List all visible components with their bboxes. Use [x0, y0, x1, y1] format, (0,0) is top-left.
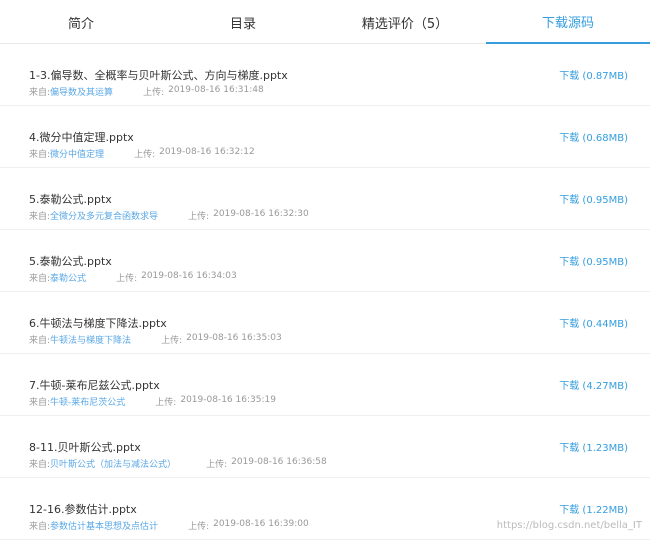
download-link[interactable]: 下载 (0.95MB) [559, 191, 628, 206]
upload-time: 2019-08-16 16:34:03 [141, 271, 237, 281]
upload-label: 上传: [116, 274, 138, 284]
file-meta: 来自: 偏导数及其运算 上传: 2019-08-16 16:31:48 [29, 85, 264, 98]
file-list: 1-3.偏导数、全概率与贝叶斯公式、方向与梯度.pptx 来自: 偏导数及其运算 上传… [0, 44, 650, 540]
source-link[interactable]: 偏导数及其运算 [50, 85, 113, 98]
upload-time: 2019-08-16 16:32:12 [159, 147, 255, 157]
file-meta: 来自: 全微分及多元复合函数求导 上传: 2019-08-16 16:32:30 [29, 209, 309, 222]
upload-time: 2019-08-16 16:36:58 [231, 457, 327, 467]
source-label: 来自: [29, 398, 51, 408]
source-link[interactable]: 泰勒公式 [50, 271, 86, 284]
download-link[interactable]: 下载 (0.95MB) [559, 253, 628, 268]
file-name: 1-3.偏导数、全概率与贝叶斯公式、方向与梯度.pptx [29, 69, 288, 82]
upload-time: 2019-08-16 16:32:30 [213, 209, 309, 219]
upload-label: 上传: [143, 88, 165, 98]
file-row: 1-3.偏导数、全概率与贝叶斯公式、方向与梯度.pptx 来自: 偏导数及其运算 上传… [0, 44, 650, 106]
file-row: 8-11.贝叶斯公式.pptx 来自: 贝叶斯公式（加法与减法公式） 上传: 2019-… [0, 416, 650, 478]
upload-label: 上传: [206, 460, 228, 470]
file-name: 12-16.参数估计.pptx [29, 503, 137, 516]
source-label: 来自: [29, 88, 51, 98]
file-meta: 来自: 牛顿-莱布尼茨公式 上传: 2019-08-16 16:35:19 [29, 395, 276, 408]
tab-reviews[interactable]: 精选评价（5） [324, 0, 486, 44]
file-row: 5.泰勒公式.pptx 来自: 全微分及多元复合函数求导 上传: 2019-08-16 … [0, 168, 650, 230]
file-meta: 来自: 牛顿法与梯度下降法 上传: 2019-08-16 16:35:03 [29, 333, 282, 346]
file-meta: 来自: 泰勒公式 上传: 2019-08-16 16:34:03 [29, 271, 237, 284]
source-link[interactable]: 全微分及多元复合函数求导 [50, 209, 158, 222]
upload-label: 上传: [188, 212, 210, 222]
download-link[interactable]: 下载 (0.68MB) [559, 129, 628, 144]
file-meta: 来自: 微分中值定理 上传: 2019-08-16 16:32:12 [29, 147, 255, 160]
download-link[interactable]: 下载 (4.27MB) [559, 377, 628, 392]
download-link[interactable]: 下载 (1.22MB) [559, 501, 628, 516]
file-name: 4.微分中值定理.pptx [29, 131, 134, 144]
source-label: 来自: [29, 150, 51, 160]
source-label: 来自: [29, 460, 51, 470]
file-name: 7.牛顿-莱布尼兹公式.pptx [29, 379, 160, 392]
file-name: 6.牛顿法与梯度下降法.pptx [29, 317, 167, 330]
tab-bar: 简介 目录 精选评价（5） 下载源码 [0, 0, 650, 44]
watermark: https://blog.csdn.net/bella_IT [496, 520, 642, 531]
file-row: 6.牛顿法与梯度下降法.pptx 来自: 牛顿法与梯度下降法 上传: 2019-08-1… [0, 292, 650, 354]
source-label: 来自: [29, 274, 51, 284]
source-link[interactable]: 牛顿法与梯度下降法 [50, 333, 131, 346]
upload-label: 上传: [134, 150, 156, 160]
source-label: 来自: [29, 522, 51, 532]
source-label: 来自: [29, 212, 51, 222]
upload-time: 2019-08-16 16:39:00 [213, 519, 309, 529]
file-meta: 来自: 参数估计基本思想及点估计 上传: 2019-08-16 16:39:00 [29, 519, 309, 532]
source-link[interactable]: 牛顿-莱布尼茨公式 [50, 395, 125, 408]
source-link[interactable]: 贝叶斯公式（加法与减法公式） [50, 457, 176, 470]
upload-time: 2019-08-16 16:31:48 [168, 85, 264, 95]
download-link[interactable]: 下载 (1.23MB) [559, 439, 628, 454]
file-row: 7.牛顿-莱布尼兹公式.pptx 来自: 牛顿-莱布尼茨公式 上传: 2019-08-1… [0, 354, 650, 416]
source-link[interactable]: 参数估计基本思想及点估计 [50, 519, 158, 532]
tab-download-source[interactable]: 下载源码 [486, 0, 650, 44]
file-name: 5.泰勒公式.pptx [29, 193, 112, 206]
tab-intro[interactable]: 简介 [0, 0, 162, 44]
download-link[interactable]: 下载 (0.44MB) [559, 315, 628, 330]
upload-label: 上传: [188, 522, 210, 532]
file-meta: 来自: 贝叶斯公式（加法与减法公式） 上传: 2019-08-16 16:36:58 [29, 457, 327, 470]
file-row: 4.微分中值定理.pptx 来自: 微分中值定理 上传: 2019-08-16 16:3… [0, 106, 650, 168]
file-row: 5.泰勒公式.pptx 来自: 泰勒公式 上传: 2019-08-16 16:34:03… [0, 230, 650, 292]
file-name: 5.泰勒公式.pptx [29, 255, 112, 268]
source-link[interactable]: 微分中值定理 [50, 147, 104, 160]
upload-label: 上传: [161, 336, 183, 346]
upload-time: 2019-08-16 16:35:19 [180, 395, 276, 405]
tab-contents[interactable]: 目录 [162, 0, 324, 44]
source-label: 来自: [29, 336, 51, 346]
file-name: 8-11.贝叶斯公式.pptx [29, 441, 141, 454]
upload-label: 上传: [155, 398, 177, 408]
download-link[interactable]: 下载 (0.87MB) [559, 67, 628, 82]
upload-time: 2019-08-16 16:35:03 [186, 333, 282, 343]
